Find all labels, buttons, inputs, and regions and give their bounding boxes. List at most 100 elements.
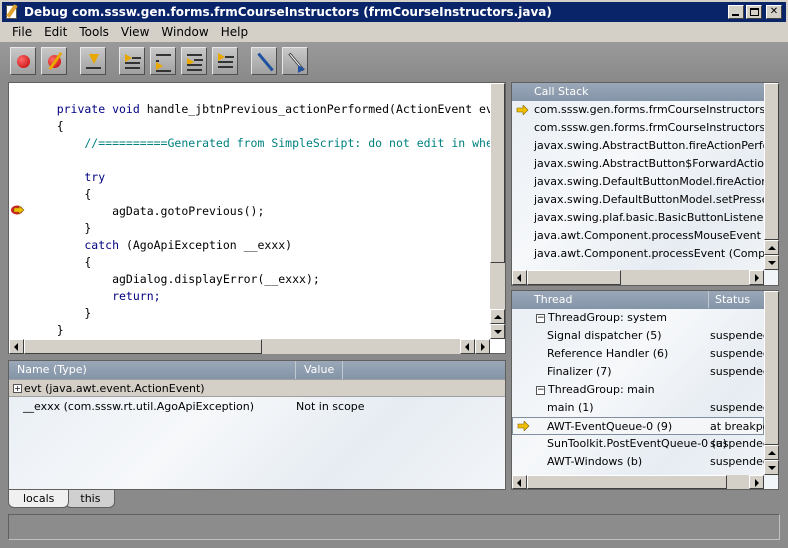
scroll-left-button[interactable] — [512, 270, 527, 285]
threads-list[interactable]: − ThreadGroup: system Signal dispatcher (… — [512, 309, 764, 475]
collapse-icon[interactable]: − — [536, 385, 545, 395]
inspect-button[interactable] — [251, 47, 277, 75]
run-icon — [218, 53, 225, 61]
call-stack-row[interactable]: javax.swing.AbstractButton$ForwardAction… — [512, 155, 764, 173]
column-thread[interactable]: Thread — [512, 291, 594, 309]
scroll-down-button[interactable] — [764, 460, 779, 475]
thread-group-row[interactable]: − ThreadGroup: main — [512, 381, 764, 399]
close-button[interactable]: ✕ — [766, 5, 782, 19]
current-line-arrow-icon — [11, 205, 25, 215]
step-into-button[interactable] — [80, 47, 106, 75]
scroll-down-button[interactable] — [490, 324, 505, 339]
step-over-icon — [125, 54, 132, 62]
breakpoint-gutter[interactable] — [9, 83, 29, 339]
scroll-up-button[interactable] — [490, 309, 505, 324]
thread-row-current[interactable]: AWT-EventQueue-0 (9)at breakpoi — [512, 417, 764, 435]
toolbar — [0, 42, 788, 80]
variable-value: Not in scope — [296, 399, 365, 413]
record-icon — [17, 55, 30, 68]
menu-window[interactable]: Window — [155, 25, 214, 39]
thread-row[interactable]: Signal dispatcher (5) suspended — [512, 327, 764, 345]
call-stack-row[interactable]: com.sssw.gen.forms.frmCourseInstructors.… — [512, 119, 764, 137]
menu-help[interactable]: Help — [215, 25, 254, 39]
scroll-right-button[interactable] — [475, 339, 490, 354]
step-out-button[interactable] — [150, 47, 176, 75]
variable-row[interactable]: + evt (java.awt.event.ActionEvent) — [9, 379, 505, 397]
step-over-button[interactable] — [119, 47, 145, 75]
scroll-up-button[interactable] — [764, 240, 779, 255]
code-line: { — [29, 119, 64, 133]
run-to-cursor-button[interactable] — [181, 47, 207, 75]
scroll-left-button[interactable] — [460, 339, 475, 354]
tab-locals[interactable]: locals — [8, 490, 70, 508]
code-line: private void handle_jbtnPrevious_actionP… — [29, 102, 491, 116]
thread-row[interactable]: SunToolkit.PostEventQueue-0 (a) suspended — [512, 435, 764, 453]
thread-row[interactable]: Reference Handler (6) suspended — [512, 345, 764, 363]
column-value[interactable]: Value — [296, 361, 344, 379]
tab-this[interactable]: this — [65, 490, 116, 508]
scroll-left-button[interactable] — [9, 339, 24, 354]
clear-breakpoint-button[interactable] — [41, 47, 67, 75]
threads-vertical-scrollbar[interactable] — [764, 291, 779, 475]
run-button[interactable] — [212, 47, 238, 75]
variable-name: evt (java.awt.event.ActionEvent) — [24, 381, 205, 395]
thread-row[interactable]: main (1) suspended — [512, 399, 764, 417]
expand-icon[interactable]: + — [13, 383, 22, 393]
step-out-icon — [156, 62, 163, 70]
code-editor[interactable]: private void handle_jbtnPrevious_actionP… — [8, 82, 506, 354]
scroll-right-button[interactable] — [749, 475, 764, 489]
editor-vertical-scrollbar[interactable] — [490, 83, 505, 339]
column-status[interactable]: Status — [708, 291, 764, 308]
call-stack-horizontal-scrollbar[interactable] — [512, 270, 764, 285]
record-button[interactable] — [10, 47, 36, 75]
menu-edit[interactable]: Edit — [38, 25, 73, 39]
code-line-current: agData.gotoPrevious(); — [29, 204, 265, 218]
title-bar: Debug com.sssw.gen.forms.frmCourseInstru… — [0, 0, 788, 22]
code-line: { — [29, 187, 92, 201]
code-text[interactable]: private void handle_jbtnPrevious_actionP… — [29, 101, 491, 339]
scroll-right-button[interactable] — [749, 270, 764, 285]
variable-row[interactable]: __exxx (com.sssw.rt.util.AgoApiException… — [9, 397, 505, 415]
code-line: } — [29, 306, 92, 320]
editor-horizontal-scrollbar[interactable] — [9, 339, 490, 354]
minimize-button[interactable] — [728, 5, 744, 19]
current-frame-arrow-icon — [516, 105, 529, 115]
scroll-left-button[interactable] — [512, 475, 527, 489]
call-stack-row[interactable]: javax.swing.DefaultButtonModel.setPresse… — [512, 191, 764, 209]
collapse-icon[interactable]: − — [536, 313, 545, 323]
call-stack-panel: Call Stack com.sssw.gen.forms.frmCourseI… — [511, 82, 779, 286]
code-line: agDialog.displayError(__exxx); — [29, 272, 320, 286]
variables-header: Name (Type) Value — [9, 361, 505, 379]
variable-name: __exxx (com.sssw.rt.util.AgoApiException… — [23, 399, 255, 413]
variables-panel: Name (Type) Value + evt (java.awt.event.… — [8, 360, 506, 490]
step-into-icon — [89, 54, 99, 64]
call-stack-row[interactable]: com.sssw.gen.forms.frmCourseInstructors.… — [512, 101, 764, 119]
thread-row[interactable]: Finalizer (7) suspended — [512, 363, 764, 381]
threads-panel: Thread Status − ThreadGroup: system Signa… — [511, 290, 779, 490]
maximize-button[interactable] — [746, 5, 762, 19]
menu-view[interactable]: View — [115, 25, 155, 39]
call-stack-row[interactable]: javax.swing.DefaultButtonModel.fireActio… — [512, 173, 764, 191]
call-stack-row[interactable]: javax.swing.AbstractButton.fireActionPer… — [512, 137, 764, 155]
call-stack-vertical-scrollbar[interactable] — [764, 83, 779, 270]
code-line: return; — [29, 289, 161, 303]
column-name-type[interactable]: Name (Type) — [9, 361, 296, 379]
thread-row[interactable]: AWT-Windows (b) suspended — [512, 453, 764, 471]
scroll-up-button[interactable] — [764, 445, 779, 460]
menu-tools[interactable]: Tools — [73, 25, 115, 39]
variables-tabs: locals this — [8, 490, 506, 508]
evaluate-button[interactable] — [282, 47, 308, 75]
scroll-down-button[interactable] — [764, 255, 779, 270]
code-line: catch (AgoApiException __exxx) — [29, 238, 293, 252]
thread-group-row[interactable]: − ThreadGroup: system — [512, 309, 764, 327]
menu-file[interactable]: File — [6, 25, 38, 39]
call-stack-row[interactable]: java.awt.Component.processEvent (Compone… — [512, 245, 764, 263]
call-stack-row[interactable]: java.awt.Component.processMouseEvent (Co… — [512, 227, 764, 245]
threads-horizontal-scrollbar[interactable] — [512, 475, 764, 489]
call-stack-row[interactable]: javax.swing.plaf.basic.BasicButtonListen… — [512, 209, 764, 227]
call-stack-header: Call Stack — [512, 83, 778, 101]
code-line: } — [29, 221, 92, 235]
status-bar — [8, 514, 780, 540]
call-stack-list[interactable]: com.sssw.gen.forms.frmCourseInstructors.… — [512, 101, 764, 269]
